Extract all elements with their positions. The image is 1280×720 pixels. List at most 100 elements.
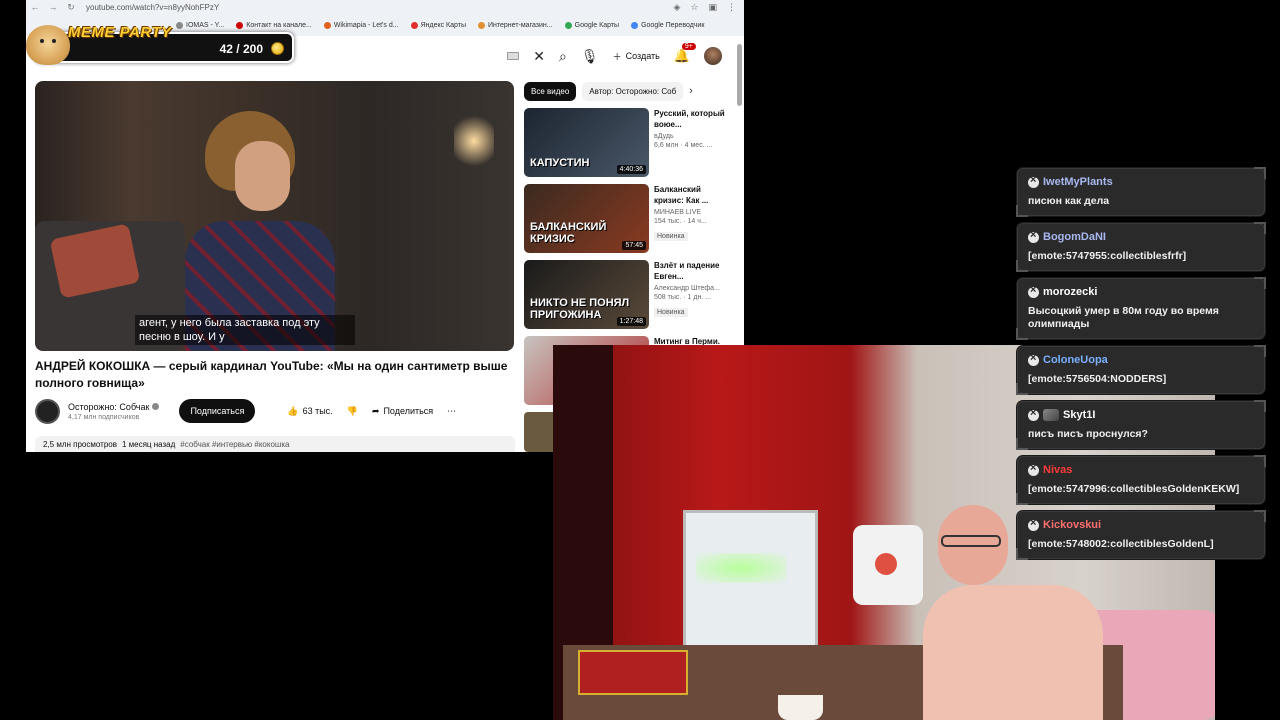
search-icon[interactable]: ⌕ — [559, 48, 567, 65]
thumbs-down-icon: 👎 — [346, 405, 358, 416]
moderator-badge-icon — [1028, 352, 1039, 366]
account-avatar[interactable] — [704, 47, 722, 65]
webcam-cup — [778, 695, 823, 720]
video-title: АНДРЕЙ КОКОШКА — серый кардинал YouTube:… — [35, 359, 508, 390]
bookmark-item[interactable]: Google Карты — [564, 21, 619, 29]
chat-username[interactable]: ColoneUopa — [1043, 354, 1108, 366]
video-duration: 4:40:36 — [616, 165, 646, 174]
notifications-button[interactable]: 🔔 9+ — [673, 43, 696, 64]
recommendation-filter-chips: Все видео Автор: Осторожно: Соб › — [524, 81, 724, 101]
chat-message: Skyt1I писъ писъ проснулся? — [1016, 400, 1266, 450]
hashtags[interactable]: #собчак #интервью #кокошка — [180, 440, 289, 449]
video-frame-lamp — [454, 111, 494, 171]
forward-icon[interactable]: → — [44, 2, 62, 12]
thumbs-up-icon: 👍 — [287, 405, 299, 416]
recommendation-thumbnail[interactable]: БАЛКАНСКИЙ КРИЗИС 57:45 — [524, 184, 649, 253]
chat-username-row: Skyt1I — [1028, 407, 1254, 423]
meme-party-title: MEME PARTY — [68, 24, 172, 41]
create-button[interactable]: ＋ Создать — [613, 50, 660, 63]
clear-search-icon[interactable]: ✕ — [533, 48, 545, 65]
bookmark-item[interactable]: Wikimapia - Let's d... — [323, 21, 399, 29]
recommendation-item[interactable]: БАЛКАНСКИЙ КРИЗИС 57:45 Балканский кризис:… — [524, 184, 734, 253]
moderator-badge-icon — [1028, 229, 1039, 243]
chip-by-author[interactable]: Автор: Осторожно: Соб — [582, 81, 684, 101]
bookmark-favicon-icon — [323, 21, 331, 29]
url-text[interactable]: youtube.com/watch?v=n8yyNohFPzY — [86, 3, 219, 12]
view-count: 2,5 млн просмотров — [43, 440, 117, 449]
microphone-icon[interactable]: 🎙 — [581, 48, 599, 65]
address-bar[interactable]: ← → ↻ youtube.com/watch?v=n8yyNohFPzY ◈ … — [26, 0, 744, 14]
more-actions-icon[interactable]: ⋯ — [447, 406, 456, 417]
back-icon[interactable]: ← — [26, 2, 44, 12]
doge-eye — [40, 39, 44, 43]
page-scrollbar[interactable] — [737, 44, 742, 106]
chip-all-videos[interactable]: Все видео — [524, 81, 577, 101]
keyboard-icon[interactable] — [507, 52, 520, 60]
chat-username-row: Kickovskui — [1028, 517, 1254, 533]
recommendation-title[interactable]: Взлёт и падение Евген... — [654, 260, 729, 282]
chat-message: morozecki Высоцкий умер в 80м году во вре… — [1016, 277, 1266, 340]
bookmark-favicon-icon — [410, 21, 418, 29]
star-icon[interactable]: ☆ — [690, 2, 698, 13]
user-avatar-icon — [1043, 409, 1059, 421]
share-button[interactable]: ➦ Поделиться — [372, 406, 433, 417]
webcam-pc-glow — [696, 553, 786, 583]
chat-username-row: Nivas — [1028, 462, 1254, 478]
channel-name[interactable]: Осторожно: Собчак — [68, 402, 149, 412]
chat-username[interactable]: morozecki — [1043, 286, 1097, 298]
shield-icon[interactable]: ◈ — [673, 2, 680, 13]
recommendation-channel[interactable]: Александр Штефа... — [654, 285, 729, 292]
bell-icon: 🔔 — [673, 48, 690, 63]
verified-icon — [152, 403, 160, 410]
video-player[interactable]: агент, у него была заставка под эту песн… — [35, 81, 514, 351]
channel-avatar[interactable] — [35, 398, 60, 424]
like-button[interactable]: 👍 63 тыс. — [287, 406, 332, 417]
webcam-pc-case — [683, 510, 818, 660]
channel-name-wrap[interactable]: Осторожно: Собчак — [68, 402, 160, 412]
chat-message: ColoneUopa [emote:5756504:NODDERS] — [1016, 345, 1266, 395]
extensions-icon[interactable]: ▣ — [708, 2, 717, 13]
recommendation-channel[interactable]: вДудь — [654, 133, 729, 140]
recommendation-info: Балканский кризис: Как ... МИНАЕВ LIVE 154… — [654, 184, 729, 253]
browser-toolbar-icons: ◈ ☆ ▣ ⋮ — [673, 2, 744, 13]
chat-username[interactable]: BogomDaNI — [1043, 231, 1106, 243]
share-icon: ➦ — [371, 405, 380, 416]
bookmark-item[interactable]: Яндекс Карты — [410, 21, 466, 29]
moderator-badge-icon — [1028, 517, 1039, 531]
recommendation-thumbnail[interactable]: КАПУСТИН 4:40:36 — [524, 108, 649, 177]
chat-username[interactable]: Nivas — [1043, 464, 1072, 476]
streamer-torso — [923, 585, 1103, 720]
recommendation-stats: 508 тыс. · 1 дн. ... — [654, 294, 712, 301]
thumbnail-caption: КАПУСТИН — [530, 157, 590, 169]
bookmark-favicon-icon — [564, 21, 572, 29]
chat-message-text: писюн как дела — [1028, 195, 1110, 207]
channel-info: Осторожно: Собчак 4,17 млн подписчиков — [68, 402, 160, 421]
chat-message-text: [emote:5748002:collectiblesGoldenL] — [1028, 538, 1214, 550]
bookmark-item[interactable]: Интернет-магазин... — [478, 21, 553, 29]
dislike-button[interactable]: 👎 — [347, 406, 358, 417]
chat-username[interactable]: IwetMyPlants — [1043, 176, 1113, 188]
menu-icon[interactable]: ⋮ — [727, 2, 736, 13]
create-label: Создать — [625, 51, 660, 61]
subscribe-button[interactable]: Подписаться — [179, 399, 256, 423]
bookmark-label: Интернет-магазин... — [488, 21, 553, 29]
recommendation-title[interactable]: Балканский кризис: Как ... — [654, 184, 729, 206]
chat-overlay: IwetMyPlants писюн как дела BogomDaNI [emot… — [1016, 167, 1266, 566]
chat-username[interactable]: Kickovskui — [1043, 519, 1101, 531]
chevron-right-icon[interactable]: › — [689, 85, 693, 97]
chat-username[interactable]: Skyt1I — [1063, 409, 1095, 421]
recommendation-info: Взлёт и падение Евген... Александр Штефа.… — [654, 260, 729, 329]
reload-icon[interactable]: ↻ — [62, 2, 80, 13]
recommendation-item[interactable]: НИКТО НЕ ПОНЯЛ ПРИГОЖИНА 1:27:48 Взлёт и п… — [524, 260, 734, 329]
recommendation-item[interactable]: КАПУСТИН 4:40:36 Русский, который воюе... в… — [524, 108, 734, 177]
streamer-glasses — [941, 535, 1001, 547]
recommendation-channel[interactable]: МИНАЕВ LIVE — [654, 209, 729, 216]
recommendation-thumbnail[interactable]: НИКТО НЕ ПОНЯЛ ПРИГОЖИНА 1:27:48 — [524, 260, 649, 329]
recommendation-title[interactable]: Русский, который воюе... — [654, 108, 729, 130]
chat-username-row: BogomDaNI — [1028, 229, 1254, 245]
bookmark-item[interactable]: Google Переводчик — [631, 21, 704, 29]
upload-date: 1 месяц назад — [121, 440, 176, 449]
video-description-meta[interactable]: 2,5 млн просмотров 1 месяц назад #собчак… — [35, 436, 515, 452]
moderator-badge-icon — [1028, 462, 1039, 476]
webcam-box — [578, 650, 688, 695]
